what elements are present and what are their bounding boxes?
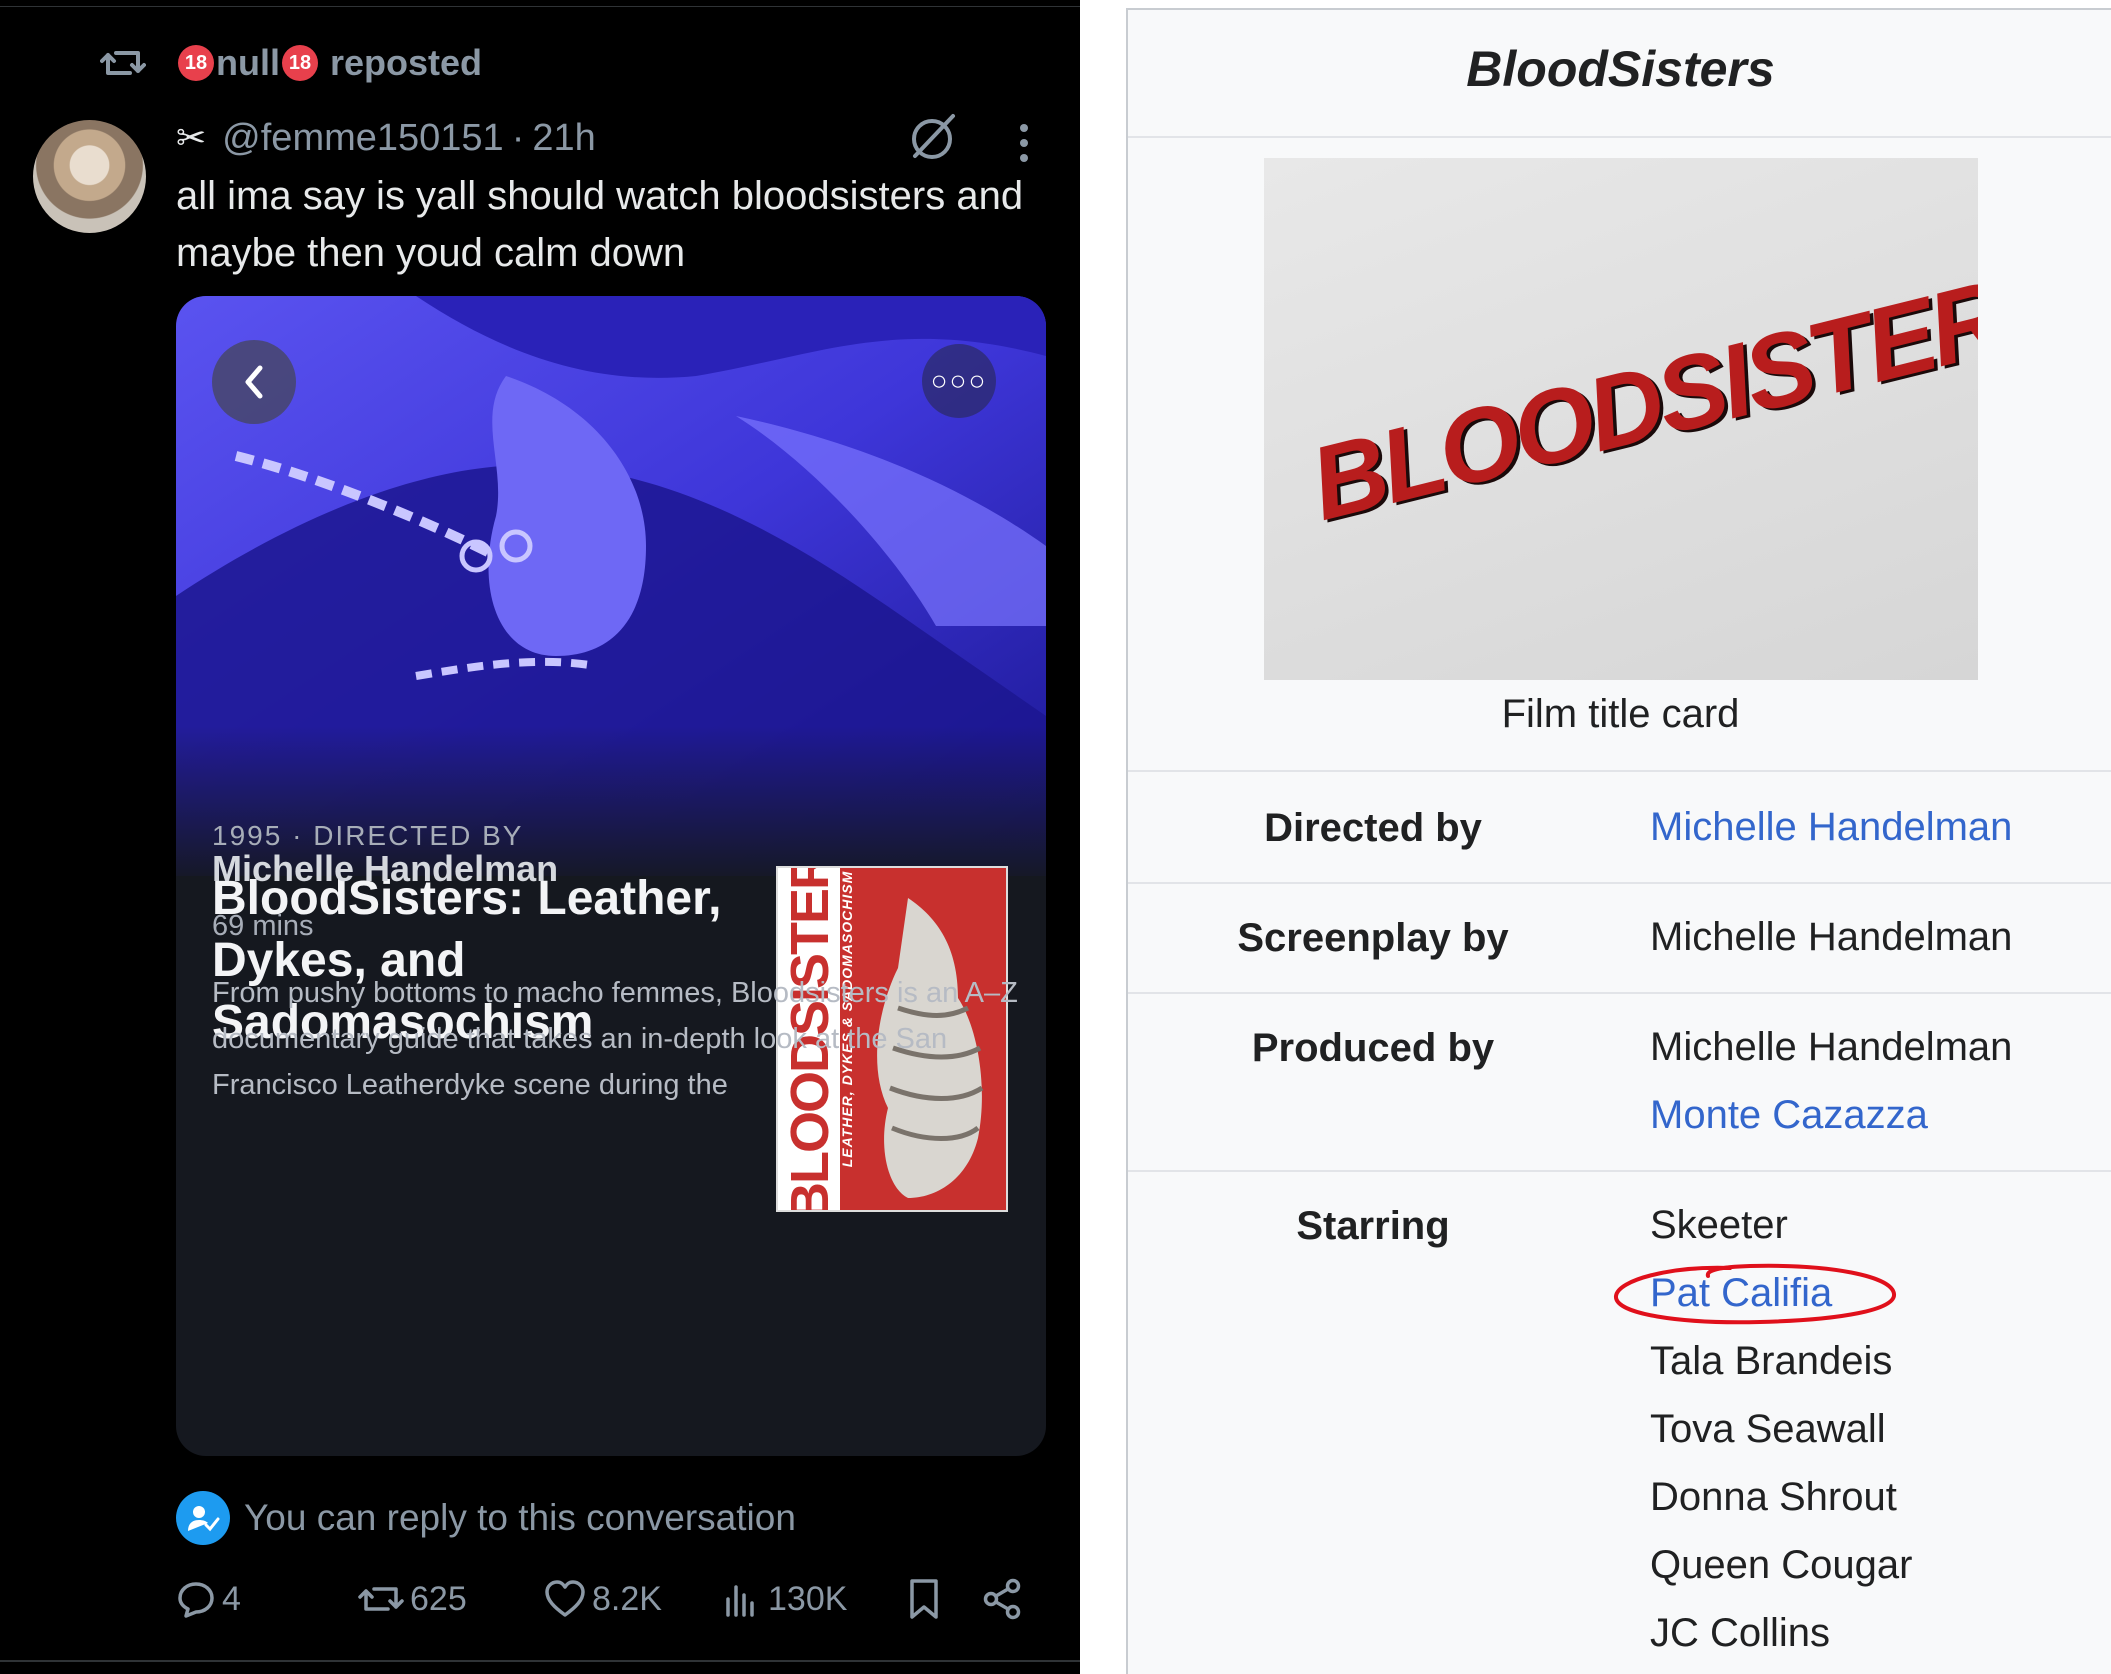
share-icon <box>983 1578 1021 1620</box>
producer-link[interactable]: Monte Cazazza <box>1650 1082 1928 1149</box>
divider <box>1128 1170 2111 1172</box>
screenplay-value: Michelle Handelman <box>1650 915 2013 959</box>
title-card-image[interactable]: BLOODSISTERS <box>1264 158 1978 680</box>
film-year: 1995 <box>212 820 283 851</box>
back-button[interactable] <box>212 340 296 424</box>
produced-by-label: Produced by <box>1251 1026 1495 1070</box>
title-card-text: BLOODSISTERS <box>1299 243 1978 544</box>
cast-member: JC Collins <box>1650 1611 1831 1655</box>
cast-member: Tova Seawall <box>1650 1407 1886 1451</box>
eighteen-emoji-icon: 18 <box>178 45 214 81</box>
divider <box>1128 882 2111 884</box>
share-button[interactable] <box>982 1574 1028 1624</box>
post-time[interactable]: 21h <box>532 117 595 160</box>
cast-member: Donna Shrout <box>1650 1475 1897 1519</box>
views-button[interactable]: 130K <box>722 1574 847 1624</box>
repost-count: 625 <box>410 1579 467 1618</box>
cast-member: Queen Cougar <box>1650 1543 1913 1587</box>
bookmark-icon <box>910 1579 938 1619</box>
card-more-button[interactable]: ○○○ <box>922 344 996 418</box>
like-button[interactable]: 8.2K <box>544 1574 662 1624</box>
more-options-icon[interactable] <box>1010 118 1038 168</box>
wiki-infobox: BloodSisters BLOODSISTERS Film title car… <box>1126 8 2111 1674</box>
reply-prompt: You can reply to this conversation <box>244 1497 796 1538</box>
author-handle[interactable]: @femme150151 <box>222 117 504 160</box>
red-circle-annotation <box>1614 1263 1896 1325</box>
view-count: 130K <box>768 1579 848 1618</box>
infobox-title: BloodSisters <box>1466 41 1775 97</box>
cast-member: Skeeter <box>1650 1203 1788 1247</box>
repost-suffix: reposted <box>329 42 483 83</box>
panel-gap <box>1080 0 1126 1674</box>
heart-icon <box>545 1580 585 1617</box>
reply-count: 4 <box>222 1579 241 1618</box>
divider <box>0 1660 1080 1662</box>
divider <box>1128 136 2111 138</box>
directed-by-label: Directed by <box>1264 806 1482 850</box>
divider <box>1128 770 2111 772</box>
starring-label: Starring <box>1296 1204 1450 1248</box>
repost-indicator[interactable]: 18 null 18 reposted <box>100 40 482 86</box>
director-link[interactable]: Michelle Handelman <box>1650 794 2012 861</box>
image-caption: Film title card <box>1501 692 1740 736</box>
film-card[interactable]: ○○○ BloodSisters: Leather, Dykes, and Sa… <box>176 296 1046 1456</box>
post-text: all ima say is yall should watch bloodsi… <box>176 174 1024 275</box>
user-check-icon <box>176 1491 230 1545</box>
divider <box>0 6 1080 7</box>
bookmark-button[interactable] <box>906 1574 948 1624</box>
separator-dot: · <box>292 820 314 851</box>
film-synopsis: From pushy bottoms to macho femmes, Bloo… <box>212 977 1018 1101</box>
post-header: ✂ @femme150151 · 21h <box>176 112 596 164</box>
social-post-panel: 18 null 18 reposted ✂ @femme150151 · 21h a… <box>0 0 1080 1674</box>
reply-icon <box>178 1582 214 1618</box>
bar-chart-icon <box>726 1585 754 1617</box>
avatar[interactable] <box>33 120 146 233</box>
producer-value: Michelle Handelman <box>1650 1025 2013 1069</box>
directed-by-label: DIRECTED BY <box>313 820 524 851</box>
film-runtime: 69 mins <box>212 910 314 942</box>
ellipsis-icon: ○○○ <box>930 365 988 396</box>
reply-permission: You can reply to this conversation <box>176 1490 796 1546</box>
repost-icon <box>358 1587 404 1611</box>
grok-icon[interactable] <box>905 110 959 164</box>
like-count: 8.2K <box>592 1579 662 1618</box>
film-director[interactable]: Michelle Handelman <box>212 848 558 890</box>
scissors-icon: ✂ <box>176 117 207 158</box>
eighteen-emoji-icon: 18 <box>281 45 318 81</box>
chevron-left-icon <box>245 365 263 399</box>
repost-name[interactable]: null <box>216 42 280 84</box>
screenplay-by-label: Screenplay by <box>1237 916 1509 960</box>
reply-button[interactable]: 4 <box>176 1574 241 1624</box>
divider <box>1128 992 2111 994</box>
separator-dot: · <box>511 116 525 159</box>
repost-icon <box>100 51 146 75</box>
repost-button[interactable]: 625 <box>358 1574 467 1624</box>
cast-member: Tala Brandeis <box>1650 1339 1893 1383</box>
